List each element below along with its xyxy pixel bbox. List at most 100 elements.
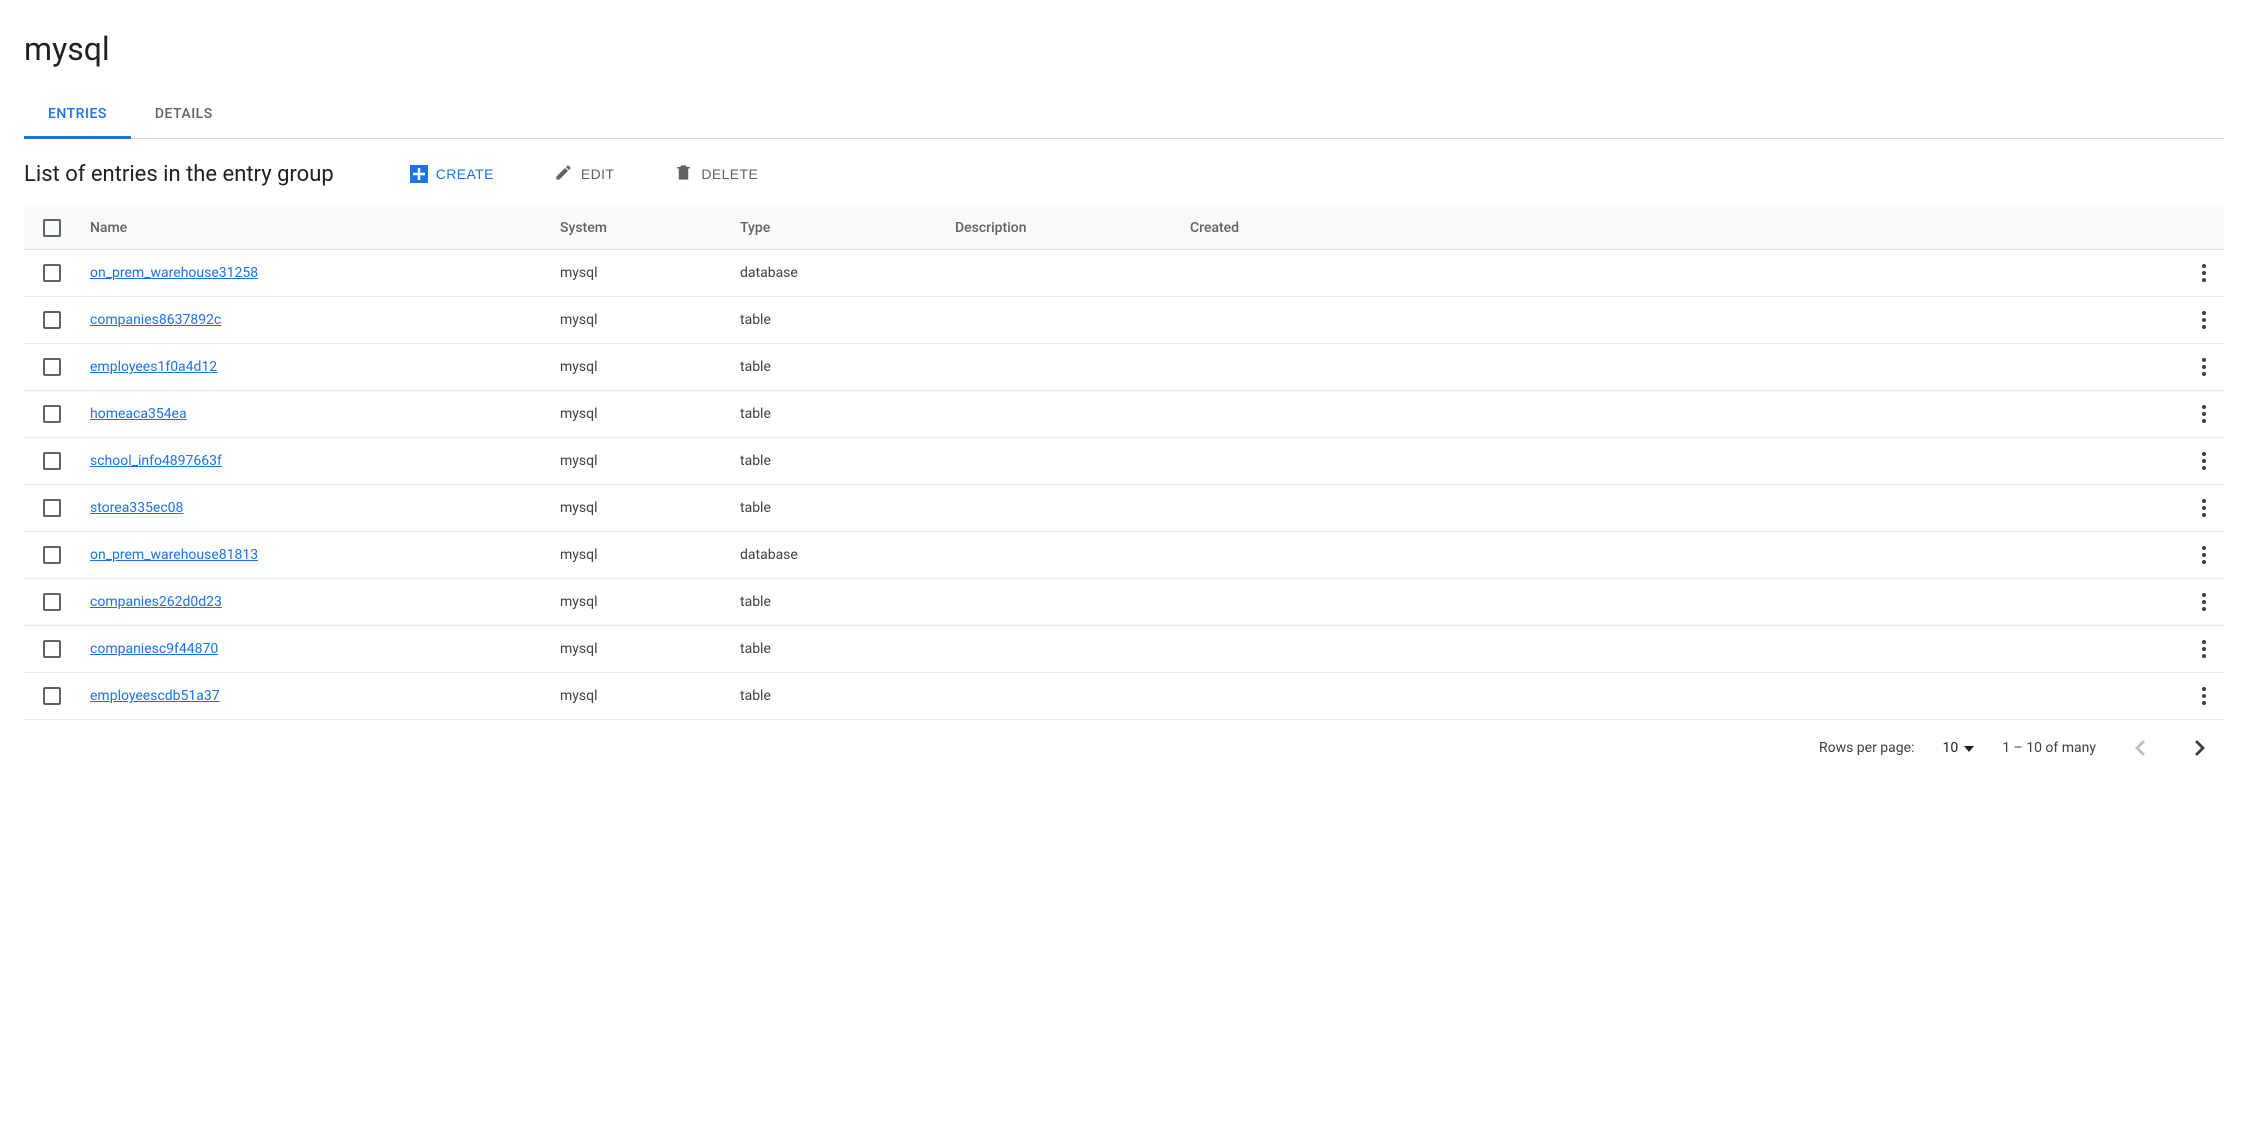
kebab-icon — [2202, 405, 2206, 423]
tabs: ENTRIES DETAILS — [24, 92, 2224, 139]
cell-created — [1180, 532, 2164, 579]
row-checkbox[interactable] — [43, 405, 61, 423]
cell-description — [945, 673, 1180, 720]
cell-created — [1180, 438, 2164, 485]
table-row: storea335ec08mysqltable — [24, 485, 2224, 532]
table-row: on_prem_warehouse81813mysqldatabase — [24, 532, 2224, 579]
header-created[interactable]: Created — [1180, 207, 2164, 250]
prev-page-button[interactable] — [2124, 732, 2156, 764]
delete-button[interactable]: DELETE — [666, 159, 766, 189]
entry-link[interactable]: companies262d0d23 — [90, 594, 222, 610]
edit-button[interactable]: EDIT — [546, 159, 623, 189]
edit-button-label: EDIT — [581, 166, 615, 182]
row-menu-button[interactable] — [2194, 401, 2214, 427]
row-checkbox[interactable] — [43, 264, 61, 282]
entry-link[interactable]: on_prem_warehouse31258 — [90, 265, 258, 281]
row-checkbox[interactable] — [43, 311, 61, 329]
kebab-icon — [2202, 546, 2206, 564]
tab-entries[interactable]: ENTRIES — [24, 92, 131, 139]
cell-created — [1180, 344, 2164, 391]
row-menu-button[interactable] — [2194, 495, 2214, 521]
row-menu-button[interactable] — [2194, 683, 2214, 709]
select-all-checkbox[interactable] — [43, 219, 61, 237]
header-type[interactable]: Type — [730, 207, 945, 250]
entries-table: Name System Type Description Created on_… — [24, 207, 2224, 720]
cell-system: mysql — [550, 673, 730, 720]
row-checkbox[interactable] — [43, 499, 61, 517]
toolbar: List of entries in the entry group CREAT… — [24, 159, 2224, 189]
row-checkbox[interactable] — [43, 687, 61, 705]
row-menu-button[interactable] — [2194, 542, 2214, 568]
pencil-icon — [554, 163, 573, 185]
row-menu-button[interactable] — [2194, 589, 2214, 615]
cell-type: table — [730, 485, 945, 532]
table-row: school_info4897663fmysqltable — [24, 438, 2224, 485]
kebab-icon — [2202, 640, 2206, 658]
row-checkbox[interactable] — [43, 640, 61, 658]
header-description[interactable]: Description — [945, 207, 1180, 250]
kebab-icon — [2202, 311, 2206, 329]
trash-icon — [674, 163, 693, 185]
cell-system: mysql — [550, 579, 730, 626]
header-actions — [2164, 207, 2224, 250]
row-menu-button[interactable] — [2194, 636, 2214, 662]
tab-details[interactable]: DETAILS — [131, 92, 237, 139]
table-row: homeaca354ea mysqltable — [24, 391, 2224, 438]
row-checkbox[interactable] — [43, 358, 61, 376]
cell-description — [945, 532, 1180, 579]
header-system[interactable]: System — [550, 207, 730, 250]
cell-description — [945, 391, 1180, 438]
table-row: on_prem_warehouse31258mysqldatabase — [24, 250, 2224, 297]
entry-link[interactable]: on_prem_warehouse81813 — [90, 547, 258, 563]
page-title: mysql — [24, 30, 2224, 68]
chevron-right-icon — [2195, 740, 2205, 756]
cell-system: mysql — [550, 297, 730, 344]
kebab-icon — [2202, 358, 2206, 376]
subtitle: List of entries in the entry group — [24, 162, 334, 187]
cell-created — [1180, 579, 2164, 626]
cell-description — [945, 438, 1180, 485]
kebab-icon — [2202, 264, 2206, 282]
cell-system: mysql — [550, 626, 730, 673]
cell-type: table — [730, 579, 945, 626]
chevron-down-icon — [1964, 740, 1974, 756]
kebab-icon — [2202, 499, 2206, 517]
row-checkbox[interactable] — [43, 452, 61, 470]
entry-link[interactable]: companies8637892c — [90, 312, 221, 328]
rows-per-page-select[interactable]: 10 — [1942, 740, 1974, 756]
entry-link[interactable]: school_info4897663f — [90, 453, 222, 469]
create-button-label: CREATE — [436, 166, 494, 182]
kebab-icon — [2202, 452, 2206, 470]
entry-link[interactable]: companiesc9f44870 — [90, 641, 218, 657]
entry-link[interactable]: storea335ec08 — [90, 500, 183, 516]
next-page-button[interactable] — [2184, 732, 2216, 764]
pagination-range: 1 – 10 of many — [2002, 740, 2096, 756]
pagination: Rows per page: 10 1 – 10 of many — [24, 720, 2224, 768]
cell-type: table — [730, 344, 945, 391]
entry-link[interactable]: employeescdb51a37 — [90, 688, 220, 704]
create-button[interactable]: CREATE — [402, 161, 502, 187]
rows-per-page-label: Rows per page: — [1819, 740, 1914, 756]
row-menu-button[interactable] — [2194, 260, 2214, 286]
row-checkbox[interactable] — [43, 593, 61, 611]
cell-system: mysql — [550, 438, 730, 485]
cell-type: database — [730, 532, 945, 579]
header-name[interactable]: Name — [80, 207, 550, 250]
cell-created — [1180, 673, 2164, 720]
entry-link[interactable]: homeaca354ea — [90, 406, 187, 422]
row-menu-button[interactable] — [2194, 354, 2214, 380]
cell-description — [945, 297, 1180, 344]
delete-button-label: DELETE — [701, 166, 758, 182]
kebab-icon — [2202, 687, 2206, 705]
cell-type: table — [730, 391, 945, 438]
row-checkbox[interactable] — [43, 546, 61, 564]
cell-system: mysql — [550, 391, 730, 438]
cell-system: mysql — [550, 344, 730, 391]
cell-description — [945, 579, 1180, 626]
plus-icon — [410, 165, 428, 183]
entry-link[interactable]: employees1f0a4d12 — [90, 359, 217, 375]
cell-description — [945, 250, 1180, 297]
row-menu-button[interactable] — [2194, 307, 2214, 333]
row-menu-button[interactable] — [2194, 448, 2214, 474]
cell-created — [1180, 250, 2164, 297]
